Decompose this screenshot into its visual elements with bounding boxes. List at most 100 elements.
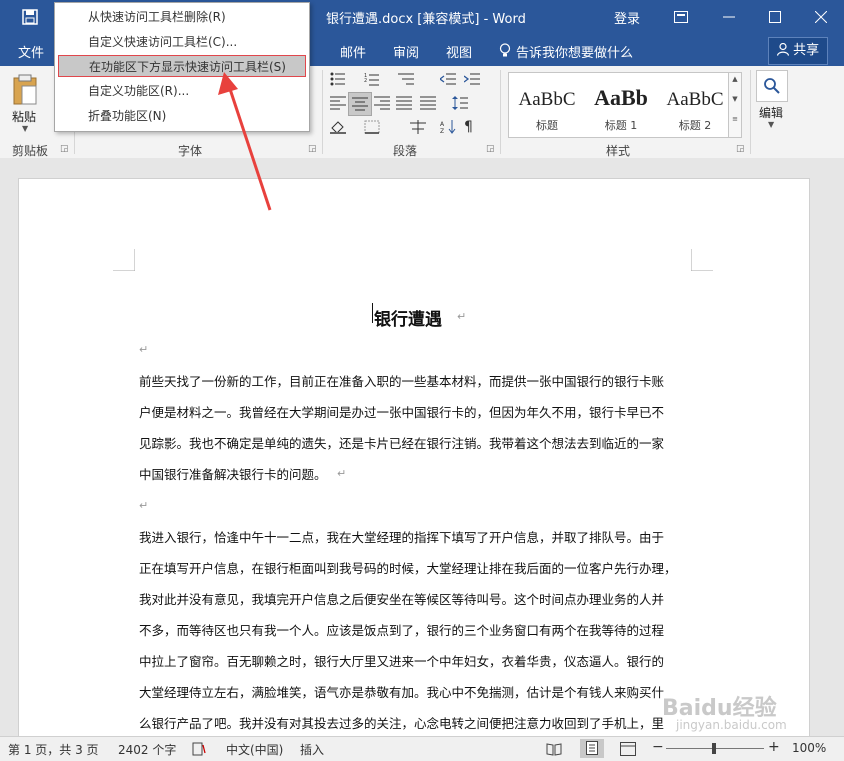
numbering-icon[interactable]: 12: [364, 72, 380, 86]
web-layout-icon[interactable]: [620, 742, 636, 756]
scroll-up-icon[interactable]: ▲: [729, 73, 741, 85]
line-spacing-icon[interactable]: [452, 96, 468, 110]
body-line: 大堂经理侍立左右，满脸堆笑，语气亦是恭敬有加。我心中不免揣测，估计是个有钱人来购…: [139, 685, 665, 700]
person-icon: [776, 42, 790, 56]
distributed-icon[interactable]: [420, 96, 436, 110]
body-line: 正在填写开户信息，在银行柜面叫到我号码的时候，大堂经理让排在我后面的一位客户先行…: [139, 561, 677, 576]
more-styles-icon[interactable]: ≡: [729, 113, 741, 125]
borders-icon[interactable]: [364, 120, 380, 134]
style-sample: AaBbC: [666, 89, 724, 110]
group-separator: [322, 70, 323, 154]
styles-launcher-icon[interactable]: ◲: [736, 144, 745, 154]
status-bar: 第 1 页，共 3 页 2402 个字 中文(中国) 插入 − + 100%: [0, 736, 844, 761]
style-sample: AaBb: [594, 85, 648, 110]
insert-mode[interactable]: 插入: [300, 741, 324, 758]
tab-mailings[interactable]: 邮件: [340, 42, 366, 61]
maximize-button[interactable]: [752, 0, 798, 34]
paragraph-mark: ↵: [139, 343, 149, 356]
document-area: 银行遭遇 ↵ ↵ 前些天找了一份新的工作，目前正在准备入职的一些基本材料，而提供…: [0, 158, 844, 740]
editing-dropdown-icon[interactable]: ▼: [768, 120, 774, 129]
align-right-icon[interactable]: [374, 96, 390, 110]
close-button[interactable]: [798, 0, 844, 34]
svg-text:Z: Z: [440, 128, 444, 134]
minimize-button[interactable]: [706, 0, 752, 34]
body-line: 么银行产品了吧。我并没有对其投去过多的关注，心念电转之间便把注意力收回到了手机上…: [139, 716, 665, 731]
body-line: 见踪影。我也不确定是单纯的遗失，还是卡片已经在银行注销。我带着这个想法去到临近的…: [139, 436, 665, 451]
menu-item-remove-from-qat[interactable]: 从快速访问工具栏删除(R): [55, 6, 309, 28]
paragraph-mark: ↵: [457, 310, 467, 323]
multilevel-list-icon[interactable]: [398, 72, 414, 86]
paste-dropdown-icon[interactable]: ▼: [22, 124, 28, 133]
align-center-icon: [352, 97, 368, 111]
tell-me-search[interactable]: 告诉我你想要做什么: [516, 42, 633, 61]
ribbon-display-options-button[interactable]: [658, 0, 704, 34]
paragraph-mark: ↵: [337, 467, 347, 480]
font-launcher-icon[interactable]: ◲: [308, 144, 317, 154]
style-name: 标题 2: [678, 119, 712, 132]
justify-icon[interactable]: [396, 96, 412, 110]
clipboard-launcher-icon[interactable]: ◲: [60, 144, 69, 154]
text-cursor: [372, 303, 373, 323]
style-name: 标题: [536, 119, 558, 132]
language-indicator[interactable]: 中文(中国): [226, 741, 283, 758]
zoom-out-button[interactable]: −: [652, 739, 664, 755]
read-mode-icon[interactable]: [546, 742, 562, 756]
sort-icon[interactable]: AZ: [440, 120, 456, 134]
styles-gallery: AaBbC 标题 AaBb 标题 1 AaBbC 标题 2: [508, 72, 734, 138]
body-line: 中国银行准备解决银行卡的问题。: [139, 467, 327, 482]
share-button[interactable]: 共享: [768, 37, 828, 65]
zoom-level[interactable]: 100%: [792, 741, 826, 755]
paragraph-launcher-icon[interactable]: ◲: [486, 144, 495, 154]
lightbulb-icon: [499, 43, 511, 57]
margin-corner-top-right: [691, 249, 713, 271]
align-left-icon[interactable]: [330, 96, 346, 110]
body-line: 我进入银行，恰逢中午十一二点，我在大堂经理的指挥下填写了开户信息，并取了排队号。…: [139, 530, 665, 545]
page-count[interactable]: 第 1 页，共 3 页: [8, 741, 99, 758]
paste-button[interactable]: 粘贴: [12, 108, 36, 125]
window-title: 银行遭遇.docx [兼容模式] - Word: [326, 12, 526, 27]
group-separator: [500, 70, 501, 154]
menu-item-customize-ribbon[interactable]: 自定义功能区(R)...: [55, 80, 309, 102]
ribbon-options-icon: [674, 11, 688, 23]
body-line: 前些天找了一份新的工作，目前正在准备入职的一些基本材料，而提供一张中国银行的银行…: [139, 374, 665, 389]
group-paragraph-label: 段落: [393, 144, 418, 158]
find-icon: [764, 78, 780, 94]
zoom-in-button[interactable]: +: [768, 739, 780, 755]
proofing-icon[interactable]: [192, 742, 206, 756]
menu-item-collapse-ribbon[interactable]: 折叠功能区(N): [55, 105, 309, 127]
tab-file[interactable]: 文件: [18, 42, 44, 61]
print-layout-icon: [586, 741, 598, 755]
tab-review[interactable]: 审阅: [393, 42, 419, 61]
document-page[interactable]: 银行遭遇 ↵ ↵ 前些天找了一份新的工作，目前正在准备入职的一些基本材料，而提供…: [18, 178, 810, 740]
editing-label: 编辑: [759, 106, 784, 120]
print-layout-button[interactable]: [580, 739, 604, 758]
editing-button[interactable]: [756, 70, 788, 102]
tab-view[interactable]: 视图: [446, 42, 472, 61]
menu-item-show-qat-below-ribbon[interactable]: 在功能区下方显示快速访问工具栏(S): [58, 55, 306, 77]
login-link[interactable]: 登录: [614, 8, 640, 27]
style-heading-2[interactable]: AaBbC 标题 2: [659, 73, 731, 137]
show-formatting-marks-icon[interactable]: ¶: [464, 119, 473, 135]
zoom-slider-thumb[interactable]: [712, 743, 716, 754]
bullets-icon[interactable]: [330, 72, 346, 86]
context-menu: 从快速访问工具栏删除(R) 自定义快速访问工具栏(C)... 在功能区下方显示快…: [54, 2, 310, 132]
svg-text:2: 2: [364, 78, 367, 84]
decrease-indent-icon[interactable]: [440, 72, 456, 86]
style-heading[interactable]: AaBbC 标题: [511, 73, 583, 137]
align-center-button[interactable]: [348, 92, 372, 116]
word-count[interactable]: 2402 个字: [118, 741, 176, 758]
group-font-label: 字体: [178, 144, 203, 158]
close-icon: [814, 10, 828, 24]
body-line: 户便是材料之一。我曾经在大学期间是办过一张中国银行卡的，但因为年久不用，银行卡早…: [139, 405, 665, 420]
chinese-layout-icon[interactable]: [410, 120, 426, 134]
shading-icon[interactable]: [330, 120, 346, 134]
styles-gallery-scroll[interactable]: ▲ ▼ ≡: [728, 72, 742, 138]
scroll-down-icon[interactable]: ▼: [729, 85, 741, 113]
body-line: 我对此并没有意见，我填完开户信息之后便安坐在等候区等待叫号。这个时间点办理业务的…: [139, 592, 665, 607]
menu-item-customize-qat[interactable]: 自定义快速访问工具栏(C)...: [55, 31, 309, 53]
style-heading-1[interactable]: AaBb 标题 1: [585, 73, 657, 137]
clipboard-icon[interactable]: [12, 74, 38, 106]
save-icon[interactable]: [22, 9, 38, 25]
group-styles-label: 样式: [606, 144, 631, 158]
increase-indent-icon[interactable]: [464, 72, 480, 86]
